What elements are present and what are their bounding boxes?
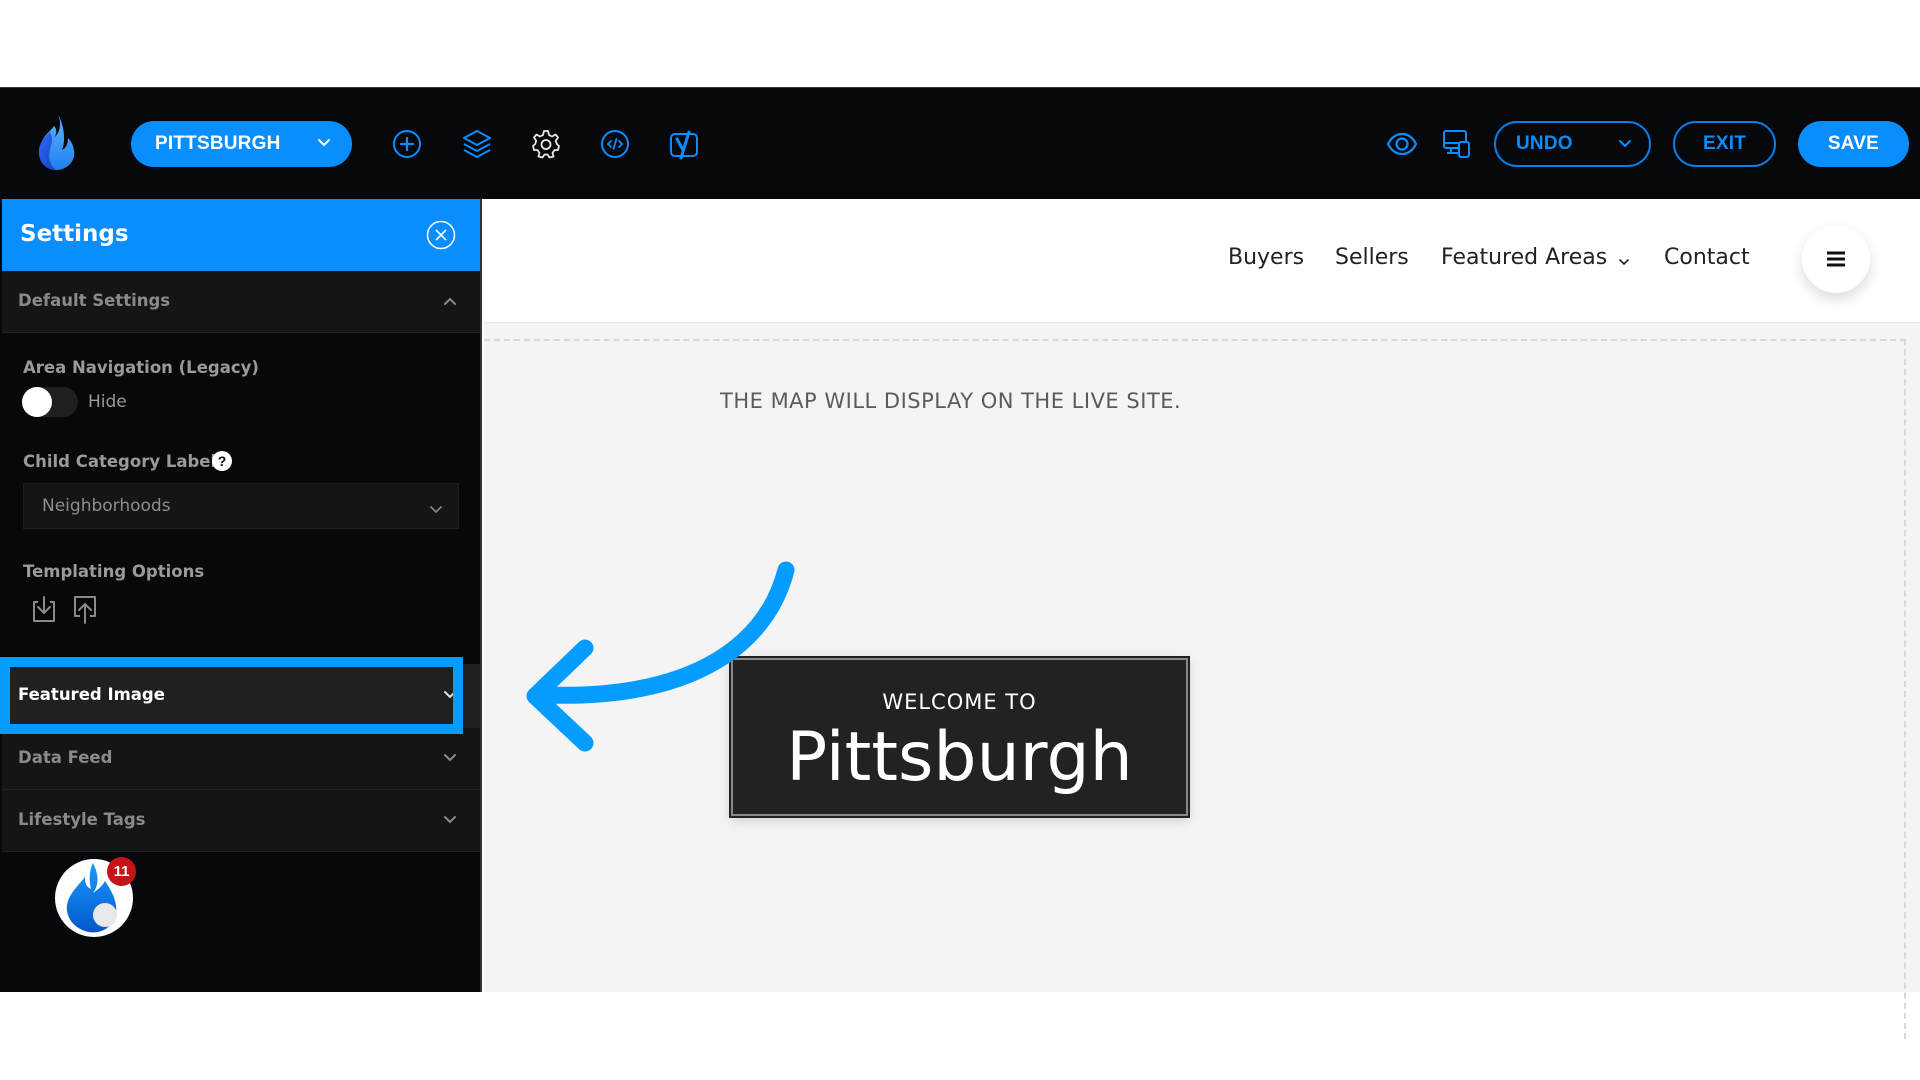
site-selector-dropdown[interactable]: PITTSBURGH (131, 121, 352, 167)
accordion-data-feed[interactable]: Data Feed (2, 728, 480, 790)
accordion-label: Data Feed (18, 748, 113, 767)
welcome-city-title: Pittsburgh (786, 718, 1133, 797)
templating-options-label: Templating Options (23, 562, 205, 581)
settings-panel: Settings Default Settings Area Navigatio… (0, 199, 482, 992)
code-icon[interactable] (599, 128, 631, 160)
chevron-down-icon[interactable] (1617, 136, 1633, 152)
plus-circle-icon[interactable] (391, 128, 423, 160)
chevron-down-icon (444, 691, 456, 699)
settings-header: Settings (2, 199, 480, 271)
child-category-select[interactable]: Neighborhoods (23, 483, 459, 529)
toggle-state-label: Hide (88, 392, 127, 412)
accordion-lifestyle-tags[interactable]: Lifestyle Tags (2, 790, 480, 852)
area-navigation-label: Area Navigation (Legacy) (23, 358, 259, 377)
settings-title: Settings (20, 221, 129, 247)
site-selector-label: PITTSBURGH (155, 133, 281, 154)
map-area: THE MAP WILL DISPLAY ON THE LIVE SITE. W… (484, 323, 1920, 1039)
flame-logo-icon[interactable] (32, 112, 78, 172)
upload-template-icon[interactable] (71, 594, 99, 624)
hamburger-menu-button[interactable] (1802, 225, 1870, 293)
area-navigation-toggle[interactable] (22, 387, 78, 417)
nav-link-sellers[interactable]: Sellers (1335, 245, 1409, 270)
chevron-down-icon (430, 506, 442, 514)
welcome-subtitle: WELCOME TO (882, 690, 1037, 714)
hamburger-icon (1827, 251, 1845, 267)
accordion-featured-image[interactable]: Featured Image (2, 664, 480, 728)
welcome-banner: WELCOME TO Pittsburgh (731, 658, 1188, 816)
eye-icon[interactable] (1386, 128, 1418, 160)
chevron-down-icon[interactable] (1617, 255, 1631, 269)
download-template-icon[interactable] (30, 594, 58, 624)
exit-button[interactable]: EXIT (1673, 121, 1776, 167)
help-icon[interactable]: ? (212, 451, 232, 471)
toggle-knob (22, 387, 52, 417)
exit-label: EXIT (1702, 133, 1747, 154)
chevron-down-icon (318, 139, 330, 147)
site-preview: Buyers Sellers Featured Areas Contact TH… (484, 199, 1920, 1039)
yoast-seo-icon[interactable] (668, 128, 700, 160)
select-value: Neighborhoods (42, 496, 171, 516)
layers-icon[interactable] (461, 128, 493, 160)
accordion-label: Featured Image (18, 685, 165, 704)
responsive-devices-icon[interactable] (1441, 128, 1473, 160)
notification-badge: 11 (107, 857, 136, 886)
child-category-label: Child Category Label (23, 452, 217, 471)
save-label: SAVE (1827, 133, 1880, 154)
accordion-default-settings[interactable]: Default Settings (2, 271, 480, 333)
map-placeholder-message: THE MAP WILL DISPLAY ON THE LIVE SITE. (720, 389, 1182, 413)
site-navbar: Buyers Sellers Featured Areas Contact (484, 199, 1920, 323)
dashed-section-border (484, 339, 1906, 1039)
chevron-down-icon (444, 754, 456, 762)
chevron-up-icon (444, 297, 456, 305)
nav-link-featured-areas[interactable]: Featured Areas (1441, 245, 1607, 270)
gear-icon[interactable] (530, 128, 562, 160)
close-icon[interactable] (426, 220, 456, 250)
nav-link-buyers[interactable]: Buyers (1228, 245, 1304, 270)
nav-link-contact[interactable]: Contact (1664, 245, 1750, 270)
editor-toolbar: PITTSBURGH UNDO EXIT SAVE (0, 87, 1920, 199)
undo-label: UNDO (1516, 133, 1573, 154)
accordion-label: Default Settings (18, 291, 171, 310)
undo-button[interactable]: UNDO (1494, 121, 1651, 167)
accordion-label: Lifestyle Tags (18, 810, 146, 829)
save-button[interactable]: SAVE (1798, 121, 1909, 167)
chevron-down-icon (444, 816, 456, 824)
